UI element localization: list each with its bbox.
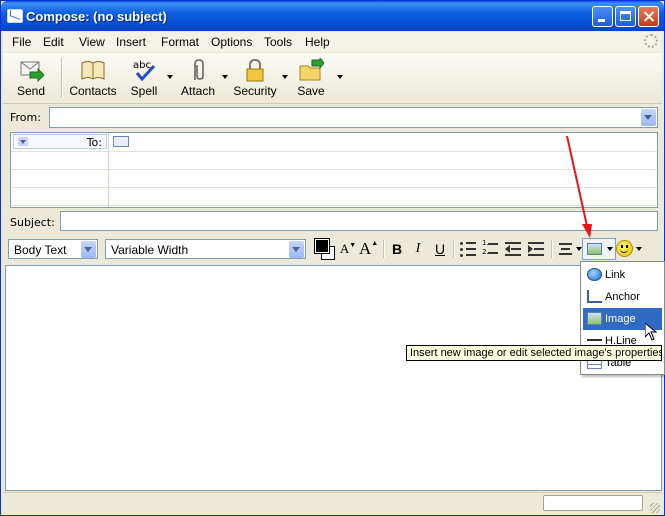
menu-edit[interactable]: Edit xyxy=(43,35,64,49)
spell-button[interactable]: abc Spell xyxy=(124,53,164,103)
insert-menu-link-label: Link xyxy=(605,269,626,281)
indent-icon[interactable] xyxy=(528,241,544,257)
save-button[interactable]: Save xyxy=(293,53,329,103)
image-tooltip: Insert new image or edit selected image'… xyxy=(406,345,662,361)
title-bar[interactable]: Compose: (no subject) xyxy=(1,1,664,31)
chevron-down-icon xyxy=(18,137,28,146)
anchor-icon xyxy=(587,290,602,303)
menu-file[interactable]: File xyxy=(12,35,31,49)
compose-window: Compose: (no subject) File Edit View Ins… xyxy=(0,0,665,516)
maximize-button[interactable] xyxy=(615,6,636,27)
smiley-dropdown-arrow-icon[interactable] xyxy=(636,247,642,251)
subject-input[interactable] xyxy=(60,211,658,231)
compose-toolbar: Send Contacts abc Spell Attach Security … xyxy=(3,53,662,104)
window-title: Compose: (no subject) xyxy=(26,9,167,24)
recipient-column-divider xyxy=(108,133,109,207)
insert-dropdown-arrow-icon[interactable] xyxy=(607,247,613,251)
resize-grip-icon[interactable] xyxy=(650,503,660,513)
underline-button[interactable]: U xyxy=(431,240,449,258)
send-label: Send xyxy=(16,84,46,98)
recipient-type-label: To: xyxy=(86,136,102,149)
from-dropdown-arrow-icon[interactable] xyxy=(641,109,656,126)
from-account-select[interactable] xyxy=(49,107,658,128)
save-folder-icon xyxy=(299,58,324,81)
spell-label: Spell xyxy=(130,84,158,98)
menu-view[interactable]: View xyxy=(79,35,105,49)
format-separator xyxy=(453,240,455,258)
subject-label: Subject: xyxy=(10,216,55,229)
menu-options[interactable]: Options xyxy=(211,35,252,49)
paragraph-style-select[interactable]: Body Text xyxy=(8,239,98,259)
image-icon xyxy=(587,243,602,255)
toolbar-separator xyxy=(61,58,63,98)
security-label: Security xyxy=(233,84,277,98)
recipient-list[interactable]: To: xyxy=(10,132,658,208)
attach-label: Attach xyxy=(180,84,216,98)
save-dropdown-arrow-icon[interactable] xyxy=(337,75,343,79)
compose-window-icon xyxy=(7,9,23,23)
security-dropdown-arrow-icon[interactable] xyxy=(282,75,288,79)
bold-button[interactable]: B xyxy=(388,240,406,258)
minimize-button[interactable] xyxy=(592,6,613,27)
horizontal-line-icon xyxy=(587,339,602,343)
smiley-icon[interactable] xyxy=(616,240,633,257)
status-bar xyxy=(3,492,662,515)
save-label: Save xyxy=(297,84,325,98)
text-color-picker[interactable] xyxy=(314,238,335,260)
svg-text:abc: abc xyxy=(133,60,151,71)
contacts-label: Contacts xyxy=(69,84,117,98)
contacts-button[interactable]: Contacts xyxy=(67,53,119,103)
bullet-list-icon[interactable] xyxy=(460,241,476,257)
larger-font-button[interactable]: A▲ xyxy=(359,239,378,258)
font-dropdown-arrow-icon[interactable] xyxy=(289,241,304,258)
align-icon[interactable] xyxy=(558,241,574,257)
outdent-icon[interactable] xyxy=(505,241,521,257)
menu-bar: File Edit View Insert Format Options Too… xyxy=(3,32,662,52)
attach-dropdown-arrow-icon[interactable] xyxy=(222,75,228,79)
from-row: From: xyxy=(3,105,662,131)
address-card-icon xyxy=(113,136,129,147)
globe-link-icon xyxy=(587,268,602,281)
menu-help[interactable]: Help xyxy=(305,35,330,49)
subject-row: Subject: xyxy=(3,209,662,235)
status-progress-panel xyxy=(543,495,643,511)
mouse-pointer-icon xyxy=(645,323,657,341)
format-toolbar: Body Text Variable Width A▼ A▲ B I U 1. … xyxy=(3,236,662,264)
activity-throbber-icon xyxy=(644,34,658,48)
smaller-font-button[interactable]: A▼ xyxy=(339,240,357,258)
close-button[interactable] xyxy=(638,6,659,27)
contacts-book-icon xyxy=(81,61,105,80)
attach-button[interactable]: Attach xyxy=(178,53,218,103)
insert-menu-link[interactable]: Link xyxy=(583,264,662,286)
send-button[interactable]: Send xyxy=(9,53,53,103)
numbered-list-icon[interactable]: 1. 2. xyxy=(482,239,498,257)
format-separator xyxy=(383,240,385,258)
security-button[interactable]: Security xyxy=(232,53,278,103)
insert-menu-anchor-label: Anchor xyxy=(605,291,640,303)
font-value: Variable Width xyxy=(111,243,189,257)
padlock-icon xyxy=(246,58,264,82)
paragraph-style-value: Body Text xyxy=(14,243,67,257)
spellcheck-icon: abc xyxy=(133,60,156,82)
from-label: From: xyxy=(10,111,41,124)
paragraph-dropdown-arrow-icon[interactable] xyxy=(81,241,96,258)
text-color-swatch[interactable] xyxy=(314,238,330,254)
font-select[interactable]: Variable Width xyxy=(105,239,306,259)
message-body-editor[interactable] xyxy=(5,265,662,491)
paperclip-icon xyxy=(194,59,204,80)
insert-object-button[interactable] xyxy=(582,238,616,260)
format-separator xyxy=(551,240,553,258)
recipient-type-select[interactable]: To: xyxy=(13,134,107,149)
italic-button[interactable]: I xyxy=(409,240,427,258)
menu-format[interactable]: Format xyxy=(161,35,199,49)
menu-tools[interactable]: Tools xyxy=(264,35,292,49)
insert-menu-anchor[interactable]: Anchor xyxy=(583,286,662,308)
image-icon xyxy=(587,312,602,325)
spell-dropdown-arrow-icon[interactable] xyxy=(167,75,173,79)
send-icon xyxy=(20,61,44,82)
menu-insert[interactable]: Insert xyxy=(116,35,146,49)
insert-menu-image-label: Image xyxy=(605,313,636,325)
